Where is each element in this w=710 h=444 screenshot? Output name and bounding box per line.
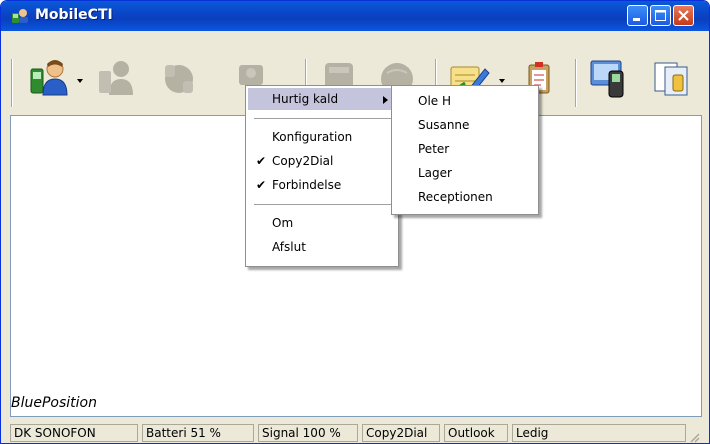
quick-call-submenu: Ole H Susanne Peter Lager Receptionen xyxy=(391,85,539,215)
mobile-computer-button[interactable] xyxy=(587,55,633,101)
status-operator: DK SONOFON xyxy=(10,424,138,442)
menu-item-hurtig-kald[interactable]: Hurtig kald xyxy=(248,88,396,110)
users-icon xyxy=(99,61,133,95)
submenu-item-contact[interactable]: Receptionen xyxy=(394,186,536,208)
phone-handset-button xyxy=(155,55,201,101)
status-state: Ledig xyxy=(512,424,686,442)
submenu-item-contact[interactable]: Lager xyxy=(394,162,536,184)
notepad-dropdown-arrow[interactable] xyxy=(499,79,505,83)
phone-handset-icon xyxy=(165,65,193,93)
contacts-phone-icon xyxy=(30,60,68,96)
checkmark-icon: ✔ xyxy=(256,154,267,168)
status-battery: Batteri 51 % xyxy=(142,424,254,442)
minimize-button[interactable] xyxy=(627,5,648,26)
menu-separator xyxy=(254,118,394,119)
resize-grip-icon[interactable] xyxy=(688,431,700,443)
submenu-arrow-icon xyxy=(383,96,388,104)
toolbar-grip xyxy=(11,59,13,107)
users-button xyxy=(93,55,139,101)
contacts-dropdown-arrow[interactable] xyxy=(77,79,83,83)
checkmark-icon: ✔ xyxy=(256,178,267,192)
copy-pages-icon xyxy=(654,62,688,96)
menu-item-afslut[interactable]: Afslut xyxy=(248,236,396,258)
maximize-button[interactable] xyxy=(650,5,671,26)
toolbar-separator xyxy=(575,59,577,107)
menu-item-konfiguration[interactable]: Konfiguration xyxy=(248,126,396,148)
app-icon xyxy=(12,9,28,23)
submenu-item-contact[interactable]: Peter xyxy=(394,138,536,160)
context-menu: Hurtig kald Konfiguration ✔ Copy2Dial ✔ … xyxy=(245,85,399,267)
close-icon xyxy=(678,10,689,21)
menu-separator xyxy=(254,204,394,205)
app-window: MobileCTI BluePosition DK SONOFON Batter… xyxy=(0,0,710,444)
submenu-item-contact[interactable]: Ole H xyxy=(394,90,536,112)
minimize-icon xyxy=(633,18,640,21)
close-button[interactable] xyxy=(673,5,694,26)
status-signal: Signal 100 % xyxy=(258,424,358,442)
title-bar[interactable]: MobileCTI xyxy=(1,1,709,31)
submenu-item-contact[interactable]: Susanne xyxy=(394,114,536,136)
menu-item-om[interactable]: Om xyxy=(248,212,396,234)
brand-label: BluePosition xyxy=(11,395,97,411)
maximize-icon xyxy=(655,10,666,21)
menu-item-forbindelse[interactable]: ✔ Forbindelse xyxy=(248,174,396,196)
window-title: MobileCTI xyxy=(35,7,113,23)
status-outlook: Outlook xyxy=(444,424,508,442)
mobile-computer-icon xyxy=(590,60,624,98)
menu-item-copy2dial[interactable]: ✔ Copy2Dial xyxy=(248,150,396,172)
copy-pages-button[interactable] xyxy=(649,55,695,101)
status-bar: DK SONOFON Batteri 51 % Signal 100 % Cop… xyxy=(10,421,702,443)
contacts-phone-button[interactable] xyxy=(27,55,73,101)
status-copy2dial: Copy2Dial xyxy=(362,424,440,442)
